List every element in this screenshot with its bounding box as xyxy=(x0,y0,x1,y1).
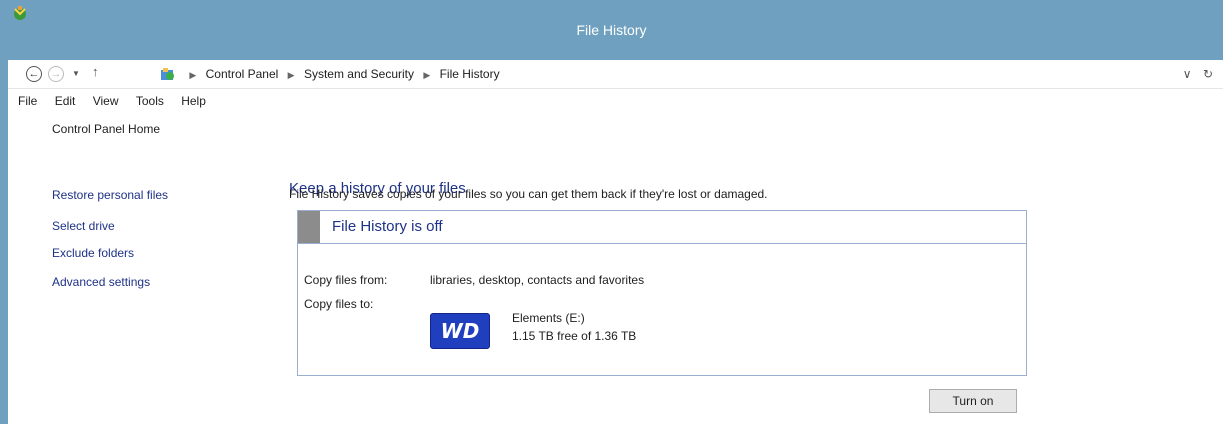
exclude-folders-link[interactable]: Exclude folders xyxy=(52,246,134,260)
menu-file[interactable]: File xyxy=(18,94,37,108)
breadcrumb-separator: ▶ xyxy=(189,70,197,80)
back-button[interactable]: ← xyxy=(26,66,42,82)
menu-bar: File Edit View Tools Help xyxy=(8,90,1223,112)
status-indicator-bar xyxy=(298,211,320,243)
copy-from-value: libraries, desktop, contacts and favorit… xyxy=(430,273,645,287)
advanced-settings-link[interactable]: Advanced settings xyxy=(52,275,150,289)
wd-drive-logo: WD xyxy=(430,313,490,349)
chevron-down-icon[interactable]: ∨ xyxy=(1183,67,1192,81)
menu-edit[interactable]: Edit xyxy=(55,94,76,108)
breadcrumb-separator: ▶ xyxy=(423,70,431,80)
refresh-icon[interactable]: ↻ xyxy=(1203,67,1213,81)
breadcrumb-separator: ▶ xyxy=(287,70,295,80)
copy-to-label: Copy files to: xyxy=(304,297,374,311)
address-bar: ← → ▼ ↑ ▶ Control Panel ▶ System and Sec… xyxy=(8,60,1223,89)
file-history-status: File History is off xyxy=(332,218,443,235)
breadcrumb: ▶ Control Panel ▶ System and Security ▶ … xyxy=(160,60,500,88)
select-drive-link[interactable]: Select drive xyxy=(52,219,115,233)
breadcrumb-system-and-security[interactable]: System and Security xyxy=(304,67,414,81)
breadcrumb-control-panel[interactable]: Control Panel xyxy=(206,67,279,81)
menu-help[interactable]: Help xyxy=(181,94,206,108)
breadcrumb-file-history[interactable]: File History xyxy=(440,67,500,81)
status-header: File History is off xyxy=(298,211,1026,244)
copy-from-label: Copy files from: xyxy=(304,273,388,287)
control-panel-home-link[interactable]: Control Panel Home xyxy=(52,122,160,136)
window-frame-left xyxy=(0,0,8,424)
address-bar-controls: ∨ ↻ xyxy=(1183,60,1213,88)
control-panel-icon xyxy=(161,67,174,80)
turn-on-button[interactable]: Turn on xyxy=(929,389,1017,413)
menu-tools[interactable]: Tools xyxy=(136,94,164,108)
forward-button[interactable]: → xyxy=(48,66,64,82)
up-arrow-icon[interactable]: ↑ xyxy=(92,64,99,79)
restore-personal-files-link[interactable]: Restore personal files xyxy=(52,188,168,202)
drive-name: Elements (E:) xyxy=(512,311,585,325)
drive-free-space: 1.15 TB free of 1.36 TB xyxy=(512,329,637,343)
status-panel: File History is off Copy files from: lib… xyxy=(297,210,1027,376)
page-description: File History saves copies of your files … xyxy=(289,187,768,201)
recent-locations-icon[interactable]: ▼ xyxy=(72,69,80,78)
title-bar: File History xyxy=(0,0,1223,60)
window-title: File History xyxy=(576,22,647,38)
menu-view[interactable]: View xyxy=(93,94,119,108)
